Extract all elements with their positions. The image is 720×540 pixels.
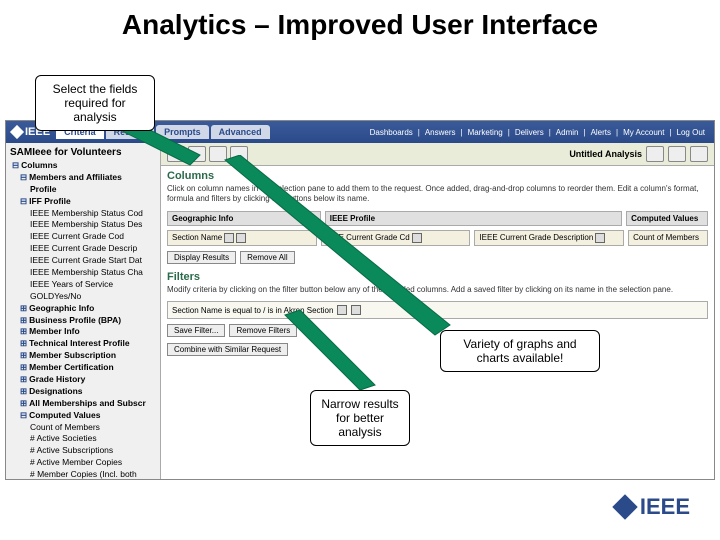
tree-sub[interactable]: ⊞Member Subscription — [8, 350, 158, 362]
callout-narrow-results: Narrow results for better analysis — [310, 390, 410, 446]
tree-grade[interactable]: ⊞Grade History — [8, 374, 158, 386]
display-results-button[interactable]: Display Results — [167, 251, 236, 264]
slide-title: Analytics – Improved User Interface — [0, 0, 720, 46]
header-ieee: IEEE Profile — [325, 211, 622, 226]
cell-icon[interactable] — [224, 233, 234, 243]
toolbar-btn-close[interactable] — [690, 146, 708, 162]
tab-advanced[interactable]: Advanced — [211, 125, 270, 139]
tree-members[interactable]: ⊟Members and Affiliates — [8, 172, 158, 184]
nav-alerts[interactable]: Alerts — [588, 128, 614, 137]
combine-button[interactable]: Combine with Similar Request — [167, 343, 288, 356]
callout-select-fields: Select the fields required for analysis — [35, 75, 155, 131]
cell-icon[interactable] — [412, 233, 422, 243]
toolbar-btn-2[interactable] — [188, 146, 206, 162]
sidebar: SAMIeee for Volunteers ⊟Columns ⊟Members… — [6, 143, 161, 479]
tree-columns[interactable]: ⊟Columns — [8, 160, 158, 172]
nav-answers[interactable]: Answers — [422, 128, 459, 137]
diamond-icon — [612, 494, 637, 519]
filters-buttons: Save Filter... Remove Filters — [161, 321, 714, 340]
filter-edit-icon[interactable] — [337, 305, 347, 315]
callout-variety-graphs: Variety of graphs and charts available! — [440, 330, 600, 372]
tree-cert[interactable]: ⊞Member Certification — [8, 362, 158, 374]
cell-section[interactable]: Section Name — [167, 230, 317, 246]
tree-leaf[interactable]: IEEE Years of Service — [8, 279, 158, 291]
col-headers-row: Geographic Info IEEE Profile Computed Va… — [161, 209, 714, 228]
remove-filters-button[interactable]: Remove Filters — [229, 324, 297, 337]
tree-leaf[interactable]: # Active Subscriptions — [8, 445, 158, 457]
tree-leaf[interactable]: # Member Copies (Incl. both — [8, 469, 158, 479]
save-filter-button[interactable]: Save Filter... — [167, 324, 225, 337]
nav-myaccount[interactable]: My Account — [620, 128, 667, 137]
cell-grade-desc[interactable]: IEEE Current Grade Description — [474, 230, 624, 246]
sidebar-title: SAMIeee for Volunteers — [8, 145, 158, 160]
diamond-icon — [10, 125, 24, 139]
tree-computed[interactable]: ⊟Computed Values — [8, 410, 158, 422]
filter-row[interactable]: Section Name is equal to / is in Akron S… — [167, 301, 708, 319]
nav-delivers[interactable]: Delivers — [512, 128, 547, 137]
header-geo: Geographic Info — [167, 211, 321, 226]
cell-icon[interactable] — [595, 233, 605, 243]
tree-leaf[interactable]: IEEE Membership Status Cod — [8, 208, 158, 220]
nav-logout[interactable]: Log Out — [674, 128, 708, 137]
tree-leaf[interactable]: Count of Members — [8, 422, 158, 434]
tree-leaf[interactable]: # Active Societies — [8, 433, 158, 445]
ieee-text: IEEE — [640, 494, 690, 520]
tree-leaf[interactable]: # Active Member Copies — [8, 457, 158, 469]
tree-memberinfo[interactable]: ⊞Member Info — [8, 326, 158, 338]
toolbar: Untitled Analysis — [161, 143, 714, 166]
toolbar-btn-1[interactable] — [167, 146, 185, 162]
header-computed: Computed Values — [626, 211, 708, 226]
tree-leaf[interactable]: IEEE Membership Status Cha — [8, 267, 158, 279]
toolbar-btn-4[interactable] — [230, 146, 248, 162]
tree-leaf[interactable]: GOLDYes/No — [8, 291, 158, 303]
main-panel: Untitled Analysis Columns Click on colum… — [161, 143, 714, 479]
cell-count[interactable]: Count of Members — [628, 230, 708, 246]
nav-admin[interactable]: Admin — [553, 128, 582, 137]
columns-heading: Columns — [161, 166, 714, 184]
cell-grade-cd[interactable]: IEEE Current Grade Cd — [321, 230, 471, 246]
tree-bpa[interactable]: ⊞Business Profile (BPA) — [8, 315, 158, 327]
cell-icon[interactable] — [236, 233, 246, 243]
columns-buttons: Display Results Remove All — [161, 248, 714, 267]
tree-leaf[interactable]: IEEE Membership Status Des — [8, 219, 158, 231]
tree-leaf[interactable]: IEEE Current Grade Descrip — [8, 243, 158, 255]
analysis-title: Untitled Analysis — [569, 149, 642, 159]
tree-geo[interactable]: ⊞Geographic Info — [8, 303, 158, 315]
tree-leaf[interactable]: IEEE Current Grade Start Dat — [8, 255, 158, 267]
filter-delete-icon[interactable] — [351, 305, 361, 315]
columns-desc: Click on column names in the selection p… — [161, 184, 714, 209]
filters-heading: Filters — [161, 267, 714, 285]
nav-dashboards[interactable]: Dashboards — [367, 128, 416, 137]
collapse-icon: ⊟ — [12, 160, 19, 170]
remove-all-button[interactable]: Remove All — [240, 251, 294, 264]
footer-ieee-logo: IEEE — [616, 494, 690, 520]
filters-desc: Modify criteria by clicking on the filte… — [161, 285, 714, 299]
tree-tech[interactable]: ⊞Technical Interest Profile — [8, 338, 158, 350]
tab-prompts[interactable]: Prompts — [156, 125, 209, 139]
tree-desig[interactable]: ⊞Designations — [8, 386, 158, 398]
tree: ⊟Columns ⊟Members and Affiliates Profile… — [8, 160, 158, 479]
toolbar-btn-3[interactable] — [209, 146, 227, 162]
col-cells-row: Section Name IEEE Current Grade Cd IEEE … — [161, 228, 714, 248]
tree-allmemb[interactable]: ⊞All Memberships and Subscr — [8, 398, 158, 410]
topnav: Dashboards| Answers| Marketing| Delivers… — [367, 128, 708, 137]
filter-text: Section Name is equal to / is in Akron S… — [172, 306, 333, 315]
toolbar-btn-save[interactable] — [646, 146, 664, 162]
toolbar-btn-refresh[interactable] — [668, 146, 686, 162]
nav-marketing[interactable]: Marketing — [465, 128, 506, 137]
tree-profile[interactable]: Profile — [8, 184, 158, 196]
tree-leaf[interactable]: IEEE Current Grade Cod — [8, 231, 158, 243]
tree-iff[interactable]: ⊟IFF Profile — [8, 196, 158, 208]
combine-row: Combine with Similar Request — [161, 340, 714, 359]
